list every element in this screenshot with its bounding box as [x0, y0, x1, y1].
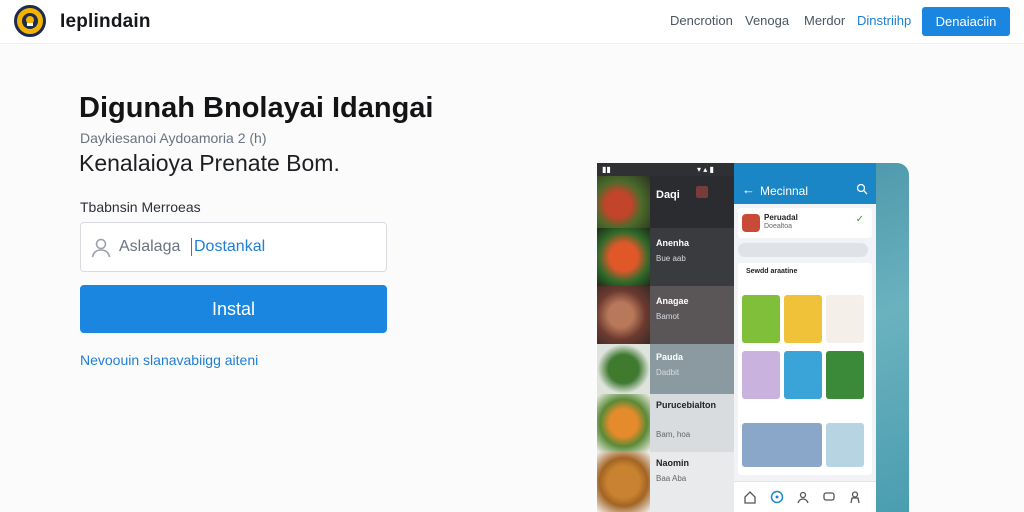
list-item-title: Purucebialton [656, 400, 717, 410]
list-item-subtitle: Bam, hoa [656, 430, 691, 439]
page-subtitle: Daykiesanoi Aydoamoria 2 (h) [80, 130, 267, 146]
recipe-tile[interactable] [826, 423, 864, 467]
food-thumbnail [597, 228, 650, 286]
recipe-tile[interactable] [826, 351, 864, 399]
food-thumbnail [597, 176, 650, 228]
recipe-tile[interactable] [742, 351, 780, 399]
recipe-tile[interactable] [742, 423, 822, 467]
app-title: Mecinnal [760, 184, 809, 198]
list-item-title: Anenha [656, 238, 690, 248]
list-item[interactable]: Pauda Dadbit [597, 344, 734, 394]
back-arrow-icon[interactable]: ← [742, 182, 755, 197]
card-title: Sewdd araatine [746, 268, 798, 275]
secondary-link[interactable]: Nevoouin slanavabiigg aiteni [80, 352, 258, 368]
person-icon[interactable] [848, 490, 862, 504]
search-bar[interactable] [738, 243, 868, 257]
bookmark-icon[interactable] [696, 186, 708, 198]
top-header: Ieplindain Dencrotion Venoga Merdor Dins… [0, 0, 1024, 44]
list-item-title: Daqi [656, 189, 680, 201]
profile-icon[interactable] [796, 490, 810, 504]
nav-link-3[interactable]: Merdor [804, 13, 845, 28]
nav-link-2[interactable]: Venoga [745, 13, 789, 28]
food-thumbnail [597, 452, 650, 512]
header-cta-button[interactable]: Denaiaciin [922, 7, 1010, 36]
profile-card[interactable]: Peruadal Doealtoa ✓ [738, 208, 872, 238]
recipe-tile[interactable] [742, 295, 780, 343]
app-screen: ← Mecinnal Peruadal Doealtoa ✓ Sewdd ara… [734, 163, 876, 512]
food-thumbnail [597, 344, 650, 394]
list-item[interactable]: Naomin Baa Aba [597, 452, 734, 512]
recipe-tile[interactable] [826, 295, 864, 343]
status-bar: ▮▮ ▾ ▴ ▮ [602, 165, 714, 174]
input-prefix: Aslalaga [119, 238, 181, 255]
recipe-tile[interactable] [784, 295, 822, 343]
install-button[interactable]: Instal [80, 285, 387, 333]
brand-name[interactable]: Ieplindain [60, 11, 151, 33]
list-item[interactable]: Purucebialton Bam, hoa [597, 394, 734, 452]
recipe-grid-card: Sewdd araatine [738, 263, 872, 475]
search-input[interactable]: Aslalaga Dostankal [80, 222, 387, 272]
page: Ieplindain Dencrotion Venoga Merdor Dins… [0, 0, 1024, 512]
card-title: Peruadal [764, 213, 798, 222]
nav-link-1[interactable]: Dencrotion [670, 13, 733, 28]
user-icon [91, 238, 111, 258]
logo-icon[interactable] [14, 5, 46, 37]
list-item-subtitle: Bue aab [656, 254, 686, 263]
card-subtitle: Doealtoa [764, 223, 793, 230]
status-bar [734, 163, 876, 176]
list-item-subtitle: Baa Aba [656, 474, 687, 483]
list-item-subtitle: Dadbit [656, 368, 680, 377]
food-thumbnail [597, 394, 650, 452]
list-item-title: Pauda [656, 352, 684, 362]
page-title: Digunah Bnolayai Idangai [79, 92, 434, 124]
home-icon[interactable] [743, 490, 757, 504]
avatar [742, 214, 760, 232]
list-item-title: Naomin [656, 458, 690, 468]
list-item[interactable]: Anagae Bamot [597, 286, 734, 344]
list-item-title: Anagae [656, 296, 689, 306]
leaf-icon: ✓ [855, 214, 864, 225]
list-item[interactable]: Anenha Bue aab [597, 228, 734, 286]
page-tagline: Kenalaioya Prenate Bom. [79, 150, 340, 176]
food-thumbnail [597, 286, 650, 344]
app-toolbar: ← Mecinnal [734, 176, 876, 204]
list-item-subtitle: Bamot [656, 312, 680, 321]
input-value[interactable]: Dostankal [191, 238, 265, 256]
chat-icon[interactable] [822, 490, 836, 504]
compass-icon[interactable] [770, 490, 784, 504]
field-label: Tbabnsin Merroeas [80, 199, 201, 215]
list-item[interactable]: Daqi [597, 176, 734, 228]
food-list-panel: ▮▮ ▾ ▴ ▮ Daqi Anenha Bue aab Anagae Bamot P… [597, 163, 734, 512]
nav-link-4[interactable]: Dinstriihp [857, 13, 911, 28]
search-icon[interactable] [856, 183, 868, 195]
recipe-tile[interactable] [784, 351, 822, 399]
bottom-nav [734, 481, 876, 512]
app-preview-mockup: ▮▮ ▾ ▴ ▮ Daqi Anenha Bue aab Anagae Bamot P… [597, 163, 909, 512]
